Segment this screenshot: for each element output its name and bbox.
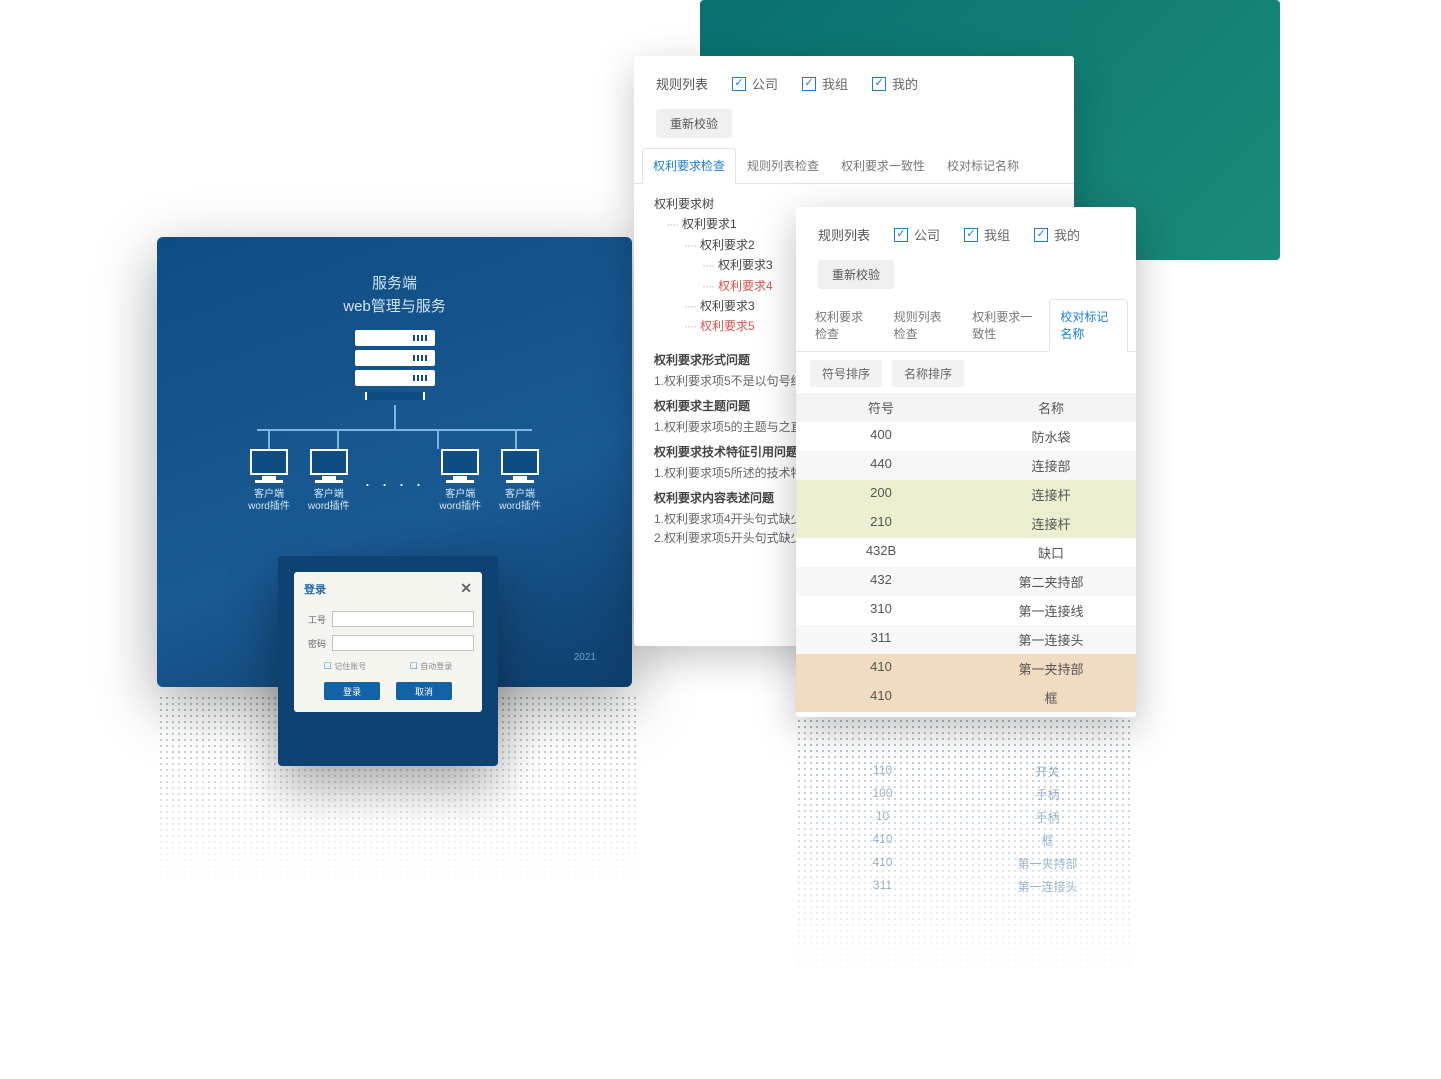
login-button[interactable]: 登录 bbox=[324, 682, 380, 700]
client-icon: 客户端word插件 bbox=[245, 449, 293, 512]
sort-buttons: 符号排序 名称排序 bbox=[796, 352, 1136, 393]
connector-vertical bbox=[394, 405, 396, 429]
client-icon: 客户端word插件 bbox=[436, 449, 484, 512]
close-icon[interactable]: ✕ bbox=[460, 580, 472, 597]
table-row[interactable]: 400防水袋 bbox=[796, 422, 1136, 451]
client-icon: 客户端word插件 bbox=[305, 449, 353, 512]
table-cell: 311 bbox=[796, 625, 966, 654]
tab-proof-mark-name[interactable]: 校对标记名称 bbox=[936, 148, 1030, 183]
login-title: 登录 bbox=[304, 581, 326, 597]
cancel-button[interactable]: 取消 bbox=[396, 682, 452, 700]
client-icon: 客户端word插件 bbox=[496, 449, 544, 512]
halftone-shadow-right bbox=[796, 718, 1134, 978]
server-icon bbox=[355, 330, 435, 400]
table-cell: 第一连接线 bbox=[966, 596, 1136, 625]
table-cell: 10 bbox=[796, 712, 966, 717]
checkbox-mygroup[interactable]: ✓我组 bbox=[964, 225, 1010, 244]
table-row[interactable]: 200连接杆 bbox=[796, 480, 1136, 509]
table-cell: 第二夹持部 bbox=[966, 567, 1136, 596]
connector-drops bbox=[157, 429, 632, 449]
input-userid[interactable] bbox=[332, 611, 474, 627]
tab-claim-consistency[interactable]: 权利要求一致性 bbox=[961, 299, 1049, 351]
table-cell: 410 bbox=[796, 683, 966, 712]
table-cell: 第一夹持部 bbox=[966, 654, 1136, 683]
table-cell: 200 bbox=[796, 480, 966, 509]
table-row[interactable]: 311第一连接头 bbox=[796, 625, 1136, 654]
tab-claim-consistency[interactable]: 权利要求一致性 bbox=[830, 148, 936, 183]
table-cell: 防水袋 bbox=[966, 422, 1136, 451]
table-cell: 连接杆 bbox=[966, 509, 1136, 538]
table-row[interactable]: 410第一夹持部 bbox=[796, 654, 1136, 683]
checkbox-company[interactable]: ✓公司 bbox=[894, 225, 940, 244]
recheck-button[interactable]: 重新校验 bbox=[818, 260, 894, 289]
table-row[interactable]: 10手柄 bbox=[796, 712, 1136, 717]
table-row[interactable]: 432第二夹持部 bbox=[796, 567, 1136, 596]
checkbox-remember[interactable]: 记住账号 bbox=[324, 661, 367, 672]
tab-proof-mark-name[interactable]: 校对标记名称 bbox=[1049, 299, 1128, 352]
rule-header: 规则列表 ✓公司 ✓我组 ✓我的 bbox=[634, 56, 1074, 99]
tab-claim-check[interactable]: 权利要求检查 bbox=[642, 148, 736, 184]
table-cell: 432B bbox=[796, 538, 966, 567]
th-name: 名称 bbox=[966, 393, 1136, 422]
server-title-2: web管理与服务 bbox=[157, 295, 632, 316]
login-dialog: 登录 ✕ 工号 密码 记住账号 自动登录 登录 取消 bbox=[294, 572, 482, 712]
table-cell: 缺口 bbox=[966, 538, 1136, 567]
table-cell: 440 bbox=[796, 451, 966, 480]
login-dialog-frame: 登录 ✕ 工号 密码 记住账号 自动登录 登录 取消 bbox=[278, 556, 498, 766]
th-symbol: 符号 bbox=[796, 393, 966, 422]
label-password: 密码 bbox=[302, 637, 326, 650]
rule-header-b: 规则列表 ✓公司 ✓我组 ✓我的 bbox=[796, 207, 1136, 250]
checkbox-mine[interactable]: ✓我的 bbox=[872, 74, 918, 93]
client-label-top: 客户端 bbox=[254, 489, 284, 500]
table-cell: 410 bbox=[796, 654, 966, 683]
server-footer: 2021 bbox=[574, 652, 596, 663]
tab-claim-check[interactable]: 权利要求检查 bbox=[804, 299, 883, 351]
ellipsis-icon: · · · · bbox=[365, 474, 425, 495]
checkbox-autologin[interactable]: 自动登录 bbox=[410, 661, 453, 672]
table-cell: 210 bbox=[796, 509, 966, 538]
table-cell: 第一连接头 bbox=[966, 625, 1136, 654]
table-cell: 手柄 bbox=[966, 712, 1136, 717]
checkbox-mygroup[interactable]: ✓我组 bbox=[802, 74, 848, 93]
table-row[interactable]: 310第一连接线 bbox=[796, 596, 1136, 625]
label-userid: 工号 bbox=[302, 613, 326, 626]
table-cell: 框 bbox=[966, 683, 1136, 712]
table-row[interactable]: 210连接杆 bbox=[796, 509, 1136, 538]
tab-rule-list-check[interactable]: 规则列表检查 bbox=[883, 299, 962, 351]
mark-table: 符号 名称 400防水袋440连接部200连接杆210连接杆432B缺口432第… bbox=[796, 393, 1136, 717]
rule-list-title: 规则列表 bbox=[818, 225, 870, 244]
table-reflection: 110开关100手柄10手柄410框410第一夹持部311第一连接头 bbox=[800, 760, 1130, 898]
table-row[interactable]: 440连接部 bbox=[796, 451, 1136, 480]
tabs-a: 权利要求检查 规则列表检查 权利要求一致性 校对标记名称 bbox=[634, 148, 1074, 184]
client-row: 客户端word插件 客户端word插件 · · · · 客户端word插件 客户… bbox=[245, 449, 544, 512]
table-row[interactable]: 432B缺口 bbox=[796, 538, 1136, 567]
tabs-b: 权利要求检查 规则列表检查 权利要求一致性 校对标记名称 bbox=[796, 299, 1136, 352]
checkbox-company[interactable]: ✓公司 bbox=[732, 74, 778, 93]
server-title-1: 服务端 bbox=[157, 272, 632, 293]
table-cell: 连接部 bbox=[966, 451, 1136, 480]
table-header: 符号 名称 bbox=[796, 393, 1136, 422]
rule-panel-marknames: 规则列表 ✓公司 ✓我组 ✓我的 重新校验 权利要求检查 规则列表检查 权利要求… bbox=[796, 207, 1136, 717]
recheck-button[interactable]: 重新校验 bbox=[656, 109, 732, 138]
table-row[interactable]: 410框 bbox=[796, 683, 1136, 712]
table-cell: 连接杆 bbox=[966, 480, 1136, 509]
table-cell: 432 bbox=[796, 567, 966, 596]
sort-by-symbol[interactable]: 符号排序 bbox=[810, 360, 882, 387]
rule-list-title: 规则列表 bbox=[656, 74, 708, 93]
tab-rule-list-check[interactable]: 规则列表检查 bbox=[736, 148, 830, 183]
input-password[interactable] bbox=[332, 635, 474, 651]
table-cell: 310 bbox=[796, 596, 966, 625]
checkbox-mine[interactable]: ✓我的 bbox=[1034, 225, 1080, 244]
table-cell: 400 bbox=[796, 422, 966, 451]
client-label-bottom: word插件 bbox=[248, 501, 290, 512]
sort-by-name[interactable]: 名称排序 bbox=[892, 360, 964, 387]
